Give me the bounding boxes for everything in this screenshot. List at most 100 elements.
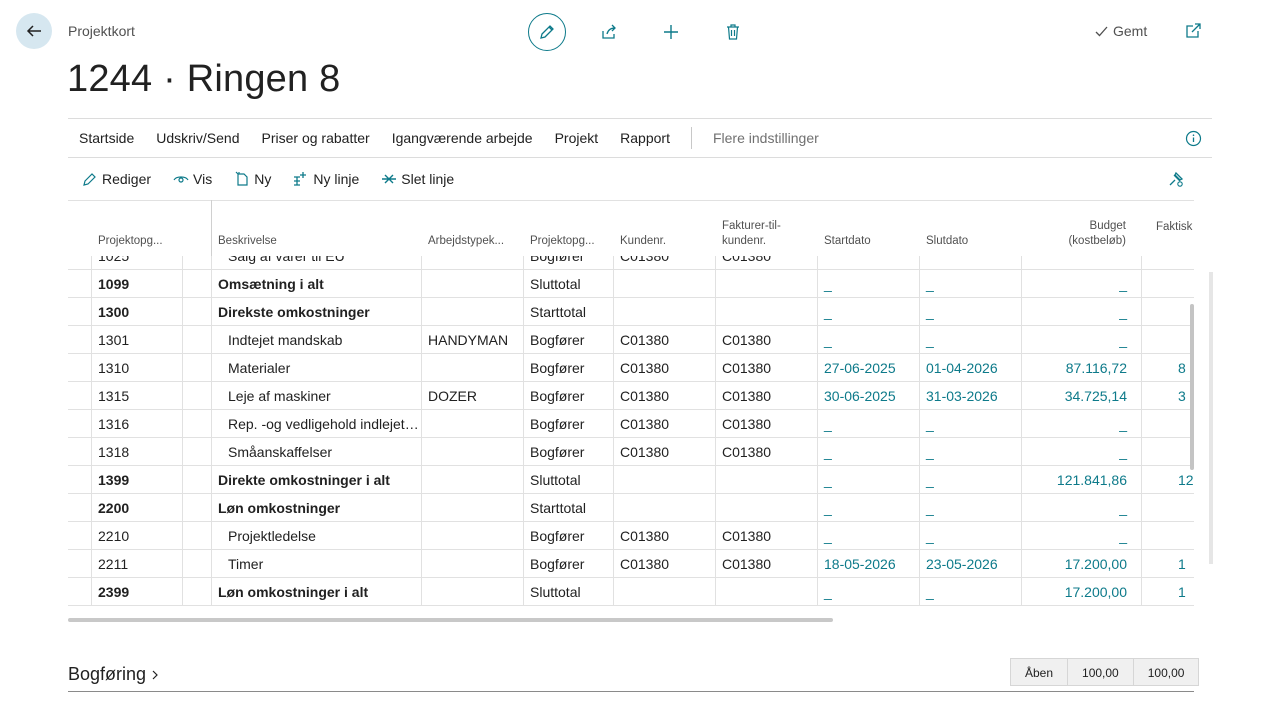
row-selector[interactable] xyxy=(68,578,92,606)
cell-budget[interactable] xyxy=(1022,256,1142,270)
cell-budget[interactable]: 87.116,72 xyxy=(1022,354,1142,382)
cell-budget[interactable]: _ xyxy=(1022,438,1142,466)
col-header-task-type[interactable]: Projektopg... xyxy=(530,234,595,249)
cell-budget[interactable]: _ xyxy=(1022,326,1142,354)
cell-start-date[interactable]: _ xyxy=(818,410,920,438)
cell-customer-no[interactable]: C01380 xyxy=(614,438,716,466)
cell-work-type[interactable] xyxy=(422,550,524,578)
view-button[interactable]: Vis xyxy=(173,171,212,187)
table-row[interactable]: 2399 Løn omkostninger i alt Sluttotal _ _ 17.… xyxy=(68,578,1194,606)
cell-budget[interactable]: 121.841,86 xyxy=(1022,466,1142,494)
cell-actual[interactable] xyxy=(1142,438,1194,466)
cell-description[interactable]: Løn omkostninger xyxy=(212,494,422,522)
menu-item-more-options[interactable]: Flere indstillinger xyxy=(702,130,830,146)
cell-start-date[interactable]: _ xyxy=(818,326,920,354)
cell-description[interactable]: Småanskaffelser xyxy=(212,438,422,466)
cell-start-date[interactable]: 27-06-2025 xyxy=(818,354,920,382)
table-row[interactable]: 1301 Indtejet mandskab HANDYMAN Bogfører C01… xyxy=(68,326,1194,354)
cell-bill-to[interactable]: C01380 xyxy=(716,326,818,354)
cell-customer-no[interactable] xyxy=(614,578,716,606)
cell-actual[interactable]: 1 xyxy=(1142,578,1194,606)
cell-end-date[interactable]: 01-04-2026 xyxy=(920,354,1022,382)
cell-actual[interactable] xyxy=(1142,298,1194,326)
table-row[interactable]: 1310 Materialer Bogfører C01380 C01380 27-06-… xyxy=(68,354,1194,382)
cell-actual[interactable]: 8 xyxy=(1142,354,1194,382)
cell-task-no[interactable]: 2200 xyxy=(92,494,183,522)
row-selector[interactable] xyxy=(68,550,92,578)
cell-customer-no[interactable]: C01380 xyxy=(614,410,716,438)
cell-task-type[interactable]: Sluttotal xyxy=(524,578,614,606)
cell-description[interactable]: Direkste omkostninger xyxy=(212,298,422,326)
cell-work-type[interactable] xyxy=(422,494,524,522)
menu-item-wip[interactable]: Igangværende arbejde xyxy=(381,130,544,146)
cell-description[interactable]: Projektledelse xyxy=(212,522,422,550)
cell-task-no[interactable]: 2210 xyxy=(92,522,183,550)
cell-work-type[interactable] xyxy=(422,256,524,270)
cell-task-no[interactable]: 1316 xyxy=(92,410,183,438)
cell-bill-to[interactable] xyxy=(716,466,818,494)
delete-line-button[interactable]: Slet linje xyxy=(381,171,454,187)
menu-item-print-send[interactable]: Udskriv/Send xyxy=(145,130,250,146)
cell-work-type[interactable]: DOZER xyxy=(422,382,524,410)
table-row[interactable]: 1316 Rep. -og vedligehold indlejet materi… xyxy=(68,410,1194,438)
cell-start-date[interactable]: _ xyxy=(818,438,920,466)
table-row[interactable]: 2200 Løn omkostninger Starttotal _ _ _ xyxy=(68,494,1194,522)
cell-actual[interactable] xyxy=(1142,270,1194,298)
cell-bill-to[interactable] xyxy=(716,494,818,522)
cell-start-date[interactable]: _ xyxy=(818,494,920,522)
cell-end-date[interactable]: _ xyxy=(920,270,1022,298)
cell-task-no[interactable]: 2399 xyxy=(92,578,183,606)
cell-description[interactable]: Timer xyxy=(212,550,422,578)
cell-bill-to[interactable] xyxy=(716,270,818,298)
cell-actual[interactable]: 12 xyxy=(1142,466,1194,494)
new-line-button[interactable]: Ny linje xyxy=(293,171,359,187)
cell-task-type[interactable]: Bogfører xyxy=(524,550,614,578)
cell-work-type[interactable] xyxy=(422,354,524,382)
row-selector[interactable] xyxy=(68,410,92,438)
cell-budget[interactable]: _ xyxy=(1022,298,1142,326)
cell-task-no[interactable]: 1318 xyxy=(92,438,183,466)
cell-budget[interactable]: 17.200,00 xyxy=(1022,578,1142,606)
table-row[interactable]: 1315 Leje af maskiner DOZER Bogfører C01380 C… xyxy=(68,382,1194,410)
cell-customer-no[interactable] xyxy=(614,298,716,326)
cell-end-date[interactable]: _ xyxy=(920,410,1022,438)
cell-start-date[interactable]: _ xyxy=(818,522,920,550)
new-button[interactable] xyxy=(652,13,690,51)
cell-work-type[interactable] xyxy=(422,438,524,466)
menu-item-prices-discounts[interactable]: Priser og rabatter xyxy=(251,130,381,146)
cell-bill-to[interactable] xyxy=(716,578,818,606)
cell-customer-no[interactable] xyxy=(614,494,716,522)
cell-budget[interactable]: 34.725,14 xyxy=(1022,382,1142,410)
cell-description[interactable]: Rep. -og vedligehold indlejet materiel xyxy=(212,410,422,438)
info-icon[interactable] xyxy=(1185,130,1202,147)
cell-actual[interactable] xyxy=(1142,326,1194,354)
table-row[interactable]: 1025 Salg af varer til EU Bogfører C0138… xyxy=(68,256,1194,270)
cell-start-date[interactable]: _ xyxy=(818,466,920,494)
cell-task-type[interactable]: Starttotal xyxy=(524,494,614,522)
cell-budget[interactable]: _ xyxy=(1022,494,1142,522)
cell-end-date[interactable]: _ xyxy=(920,466,1022,494)
cell-task-type[interactable]: Bogfører xyxy=(524,438,614,466)
cell-start-date[interactable]: _ xyxy=(818,578,920,606)
cell-task-type[interactable]: Bogfører xyxy=(524,256,614,270)
cell-task-type[interactable]: Bogfører xyxy=(524,354,614,382)
cell-actual[interactable] xyxy=(1142,410,1194,438)
cell-task-no[interactable]: 1399 xyxy=(92,466,183,494)
table-row[interactable]: 2211 Timer Bogfører C01380 C01380 18-05-2026 2… xyxy=(68,550,1194,578)
cell-end-date[interactable]: _ xyxy=(920,522,1022,550)
cell-bill-to[interactable]: C01380 xyxy=(716,256,818,270)
row-selector[interactable] xyxy=(68,522,92,550)
menu-item-home[interactable]: Startside xyxy=(68,130,145,146)
col-header-end-date[interactable]: Slutdato xyxy=(926,234,968,249)
cell-description[interactable]: Leje af maskiner xyxy=(212,382,422,410)
cell-end-date[interactable]: _ xyxy=(920,298,1022,326)
col-header-customer-no[interactable]: Kundenr. xyxy=(620,234,666,249)
table-row[interactable]: 1300 Direkste omkostninger Starttotal _ _ _ xyxy=(68,298,1194,326)
horizontal-scrollbar[interactable] xyxy=(68,618,833,622)
new-item-button[interactable]: Ny xyxy=(234,171,271,187)
cell-task-no[interactable]: 1301 xyxy=(92,326,183,354)
cell-bill-to[interactable]: C01380 xyxy=(716,410,818,438)
cell-customer-no[interactable]: C01380 xyxy=(614,256,716,270)
cell-bill-to[interactable]: C01380 xyxy=(716,354,818,382)
cell-task-type[interactable]: Sluttotal xyxy=(524,270,614,298)
